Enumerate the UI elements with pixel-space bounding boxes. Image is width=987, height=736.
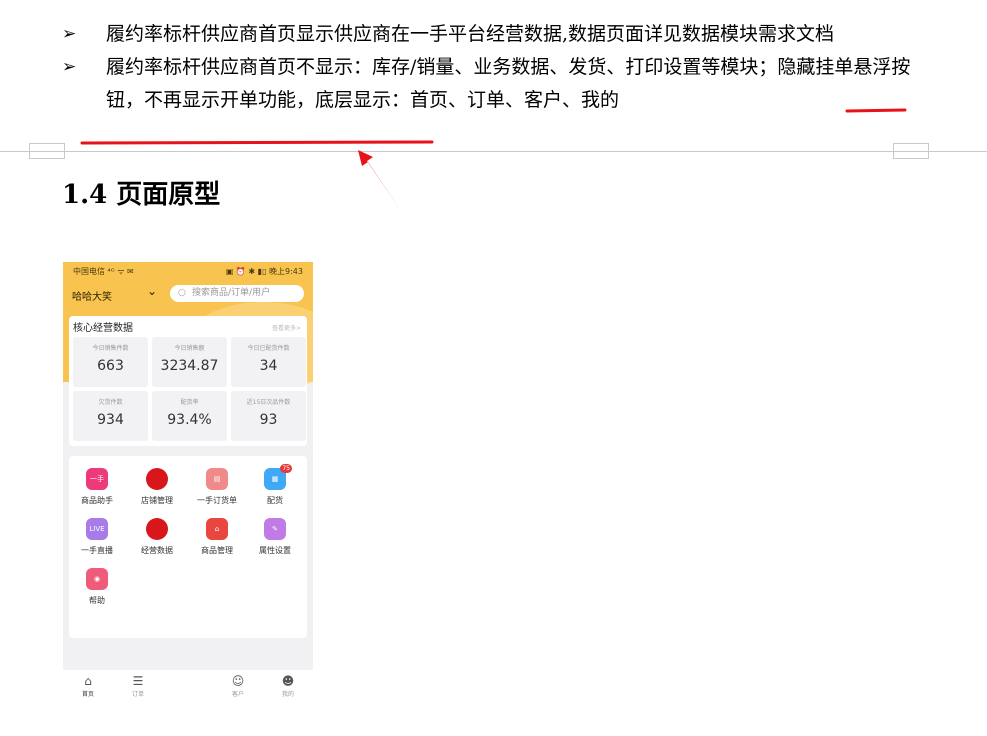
function-label: 一手订货单: [197, 496, 237, 505]
chevron-down-icon[interactable]: ⌄: [147, 284, 157, 298]
phone-prototype: 中国电信 ⁴ᴳ ᯤ ✉ ▣ ⏰ ✱ ▮▯ 晚上9:43 哈哈大笑 ⌄ ○ 搜索商…: [63, 262, 313, 706]
bullet-text: 履约率标杆供应商首页显示供应商在一手平台经营数据,数据页面详见数据模块需求文档: [106, 23, 835, 45]
core-data-card: 核心经营数据 查看更多> 今日销售件数 663 今日销售额 3234.87 今日已配货件…: [69, 316, 307, 446]
goods-manage-icon: ⌂: [206, 518, 228, 540]
stat-value: 3234.87: [160, 358, 219, 374]
requirement-bullets: ➢ 履约率标杆供应商首页显示供应商在一手平台经营数据,数据页面详见数据模块需求文…: [62, 18, 932, 117]
function-label: 商品助手: [81, 496, 113, 505]
page-break-line: [0, 151, 987, 152]
function-store[interactable]: 店铺管理: [129, 468, 185, 506]
function-label: 一手直播: [81, 546, 113, 555]
home-icon: ⌂: [84, 674, 92, 688]
order-icon: ☰: [132, 674, 144, 688]
tab-home[interactable]: ⌂ 首页: [68, 674, 108, 698]
status-bar: 中国电信 ⁴ᴳ ᯤ ✉ ▣ ⏰ ✱ ▮▯ 晚上9:43: [63, 262, 313, 278]
view-more-link[interactable]: 查看更多>: [272, 323, 301, 332]
function-label: 帮助: [89, 596, 105, 605]
function-label: 属性设置: [259, 546, 291, 555]
time-status: ▣ ⏰ ✱ ▮▯ 晚上9:43: [225, 267, 303, 276]
search-placeholder: 搜索商品/订单/用户: [192, 288, 271, 298]
attribute-icon: ✎: [264, 518, 286, 540]
arrow-bullet-icon: ➢: [62, 24, 77, 44]
stat-label: 近15日次品件数: [246, 399, 291, 406]
yishou-icon: 一手: [86, 468, 108, 490]
search-input[interactable]: ○ 搜索商品/订单/用户: [170, 285, 304, 302]
card-title: 核心经营数据: [73, 323, 133, 334]
function-grid: 一手 商品助手 店铺管理 ▤ 一手订货单 ▦ 75 配货 LIVE 一手直播 经营数据 ⌂ 商品管理 ✎ 属…: [69, 456, 307, 638]
distribute-icon: ▦ 75: [264, 464, 292, 490]
function-business-data[interactable]: 经营数据: [129, 518, 185, 556]
annotation-underline-2: [80, 140, 434, 145]
bullet-text: ，底层显示：首页、订单、客户、我的: [296, 89, 620, 111]
tab-order[interactable]: ☰ 订单: [118, 674, 158, 698]
search-icon: ○: [178, 288, 186, 298]
tab-label: 我的: [281, 691, 294, 698]
stat-label: 今日已配货件数: [247, 345, 290, 352]
store-icon: [146, 468, 168, 490]
stat-tile[interactable]: 配货率 93.4%: [152, 391, 227, 441]
function-distribute[interactable]: ▦ 75 配货: [247, 464, 303, 506]
stat-tile[interactable]: 今日销售件数 663: [73, 337, 148, 387]
margin-mark-left: [29, 143, 65, 159]
customer-icon: ☺: [231, 674, 245, 688]
function-attribute[interactable]: ✎ 属性设置: [247, 518, 303, 556]
function-help[interactable]: ◉ 帮助: [69, 568, 125, 606]
stat-value: 93.4%: [167, 412, 212, 428]
tab-mine[interactable]: ☻ 我的: [268, 674, 308, 698]
function-order-sheet[interactable]: ▤ 一手订货单: [189, 468, 245, 506]
stat-value: 93: [259, 412, 278, 428]
stat-tile[interactable]: 今日已配货件数 34: [231, 337, 306, 387]
stat-value: 34: [259, 358, 278, 374]
bottom-tab-bar: ⌂ 首页 ☰ 订单 ☺ 客户 ☻ 我的: [63, 670, 313, 706]
bullet-item: ➢ 履约率标杆供应商首页显示供应商在一手平台经营数据,数据页面详见数据模块需求文…: [62, 18, 932, 51]
stat-tile[interactable]: 欠货件数 934: [73, 391, 148, 441]
function-yishou[interactable]: 一手 商品助手: [69, 468, 125, 506]
badge-count: 75: [280, 464, 292, 473]
section-heading: 1.4 页面原型: [62, 180, 221, 210]
store-selector[interactable]: 哈哈大笑: [72, 288, 112, 303]
stat-value: 663: [97, 358, 124, 374]
tab-label: 首页: [81, 691, 94, 698]
stat-label: 今日销售件数: [92, 345, 129, 352]
bullet-text: 履约率标杆供应商首页不显示：库存/销量、业务数据、发货、打印设置等模块；: [106, 56, 778, 78]
annotation-arrow-icon: [358, 150, 402, 212]
stat-label: 欠货件数: [98, 399, 123, 406]
arrow-bullet-icon: ➢: [62, 57, 77, 77]
function-goods-manage[interactable]: ⌂ 商品管理: [189, 518, 245, 556]
stat-label: 今日销售额: [174, 345, 205, 352]
live-icon: LIVE: [86, 518, 108, 540]
stat-label: 配货率: [180, 399, 199, 406]
margin-mark-right: [893, 143, 929, 159]
stat-tile[interactable]: 近15日次品件数 93: [231, 391, 306, 441]
function-live[interactable]: LIVE 一手直播: [69, 518, 125, 556]
carrier-status: 中国电信 ⁴ᴳ ᯤ ✉: [73, 267, 134, 276]
order-sheet-icon: ▤: [206, 468, 228, 490]
business-data-icon: [146, 518, 168, 540]
function-label: 店铺管理: [141, 496, 173, 505]
stat-tile[interactable]: 今日销售额 3234.87: [152, 337, 227, 387]
tab-label: 订单: [131, 691, 144, 698]
tab-customer[interactable]: ☺ 客户: [218, 674, 258, 698]
bullet-item: ➢ 履约率标杆供应商首页不显示：库存/销量、业务数据、发货、打印设置等模块；隐藏…: [62, 51, 932, 117]
mine-icon: ☻: [281, 674, 295, 688]
help-icon: ◉: [86, 568, 108, 590]
stat-value: 934: [97, 412, 124, 428]
tab-label: 客户: [231, 691, 244, 698]
function-label: 配货: [267, 496, 283, 505]
function-label: 商品管理: [201, 546, 233, 555]
function-label: 经营数据: [141, 546, 173, 555]
